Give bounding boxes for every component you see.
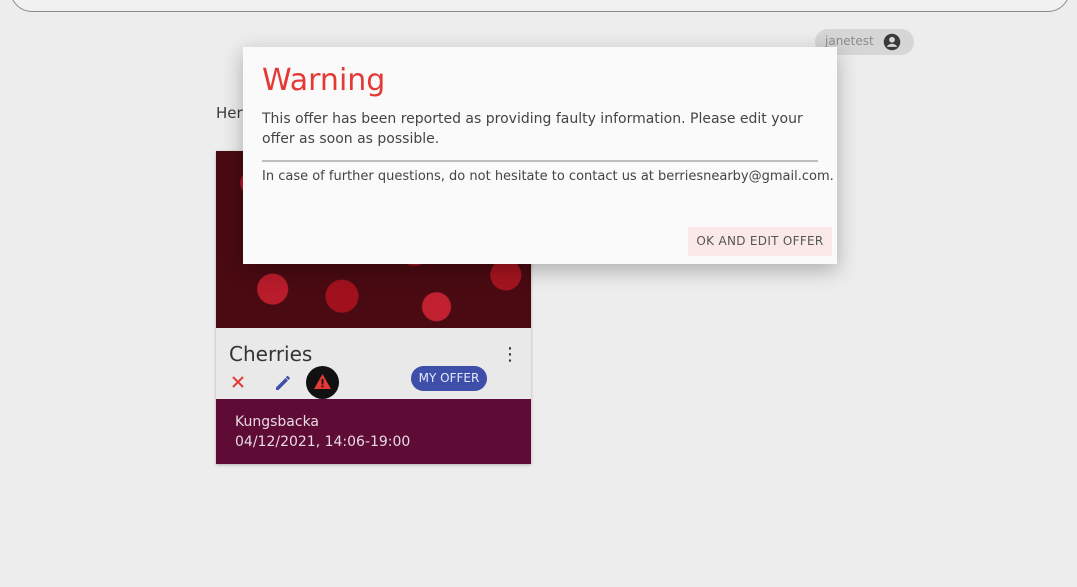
warning-icon [314, 374, 331, 389]
offer-title: Cherries [229, 342, 313, 366]
my-offer-badge[interactable]: MY OFFER [411, 366, 487, 391]
report-warning-button[interactable] [306, 366, 339, 399]
top-app-bar [10, 0, 1070, 12]
more-vert-icon[interactable]: ⋮ [501, 345, 519, 365]
ok-and-edit-offer-button[interactable]: OK AND EDIT OFFER [688, 227, 832, 256]
delete-offer-button[interactable] [226, 370, 250, 394]
close-icon [232, 376, 244, 388]
dialog-title: Warning [262, 63, 386, 98]
account-circle-icon [883, 33, 901, 51]
dialog-message: This offer has been reported as providin… [262, 111, 803, 147]
warning-dialog: Warning This offer has been reported as … [243, 47, 837, 264]
offer-card-footer: Kungsbacka 04/12/2021, 14:06-19:00 [216, 399, 531, 464]
dialog-contact-text: In case of further questions, do not hes… [262, 169, 834, 184]
offer-datetime: 04/12/2021, 14:06-19:00 [235, 434, 411, 450]
offer-location: Kungsbacka [235, 414, 320, 430]
edit-offer-button[interactable] [271, 370, 295, 394]
dialog-divider [262, 160, 818, 162]
pencil-icon [276, 375, 290, 390]
username-label: janetest [825, 34, 874, 48]
